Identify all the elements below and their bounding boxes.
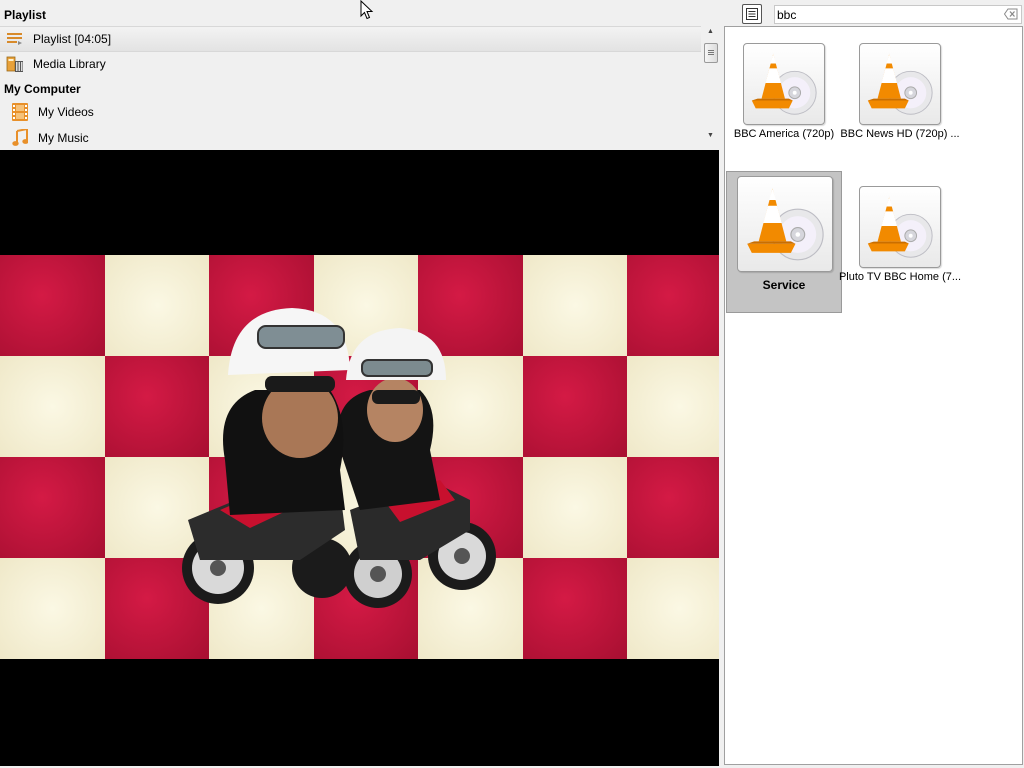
sidebar-item-my-music[interactable]: My Music (0, 126, 701, 150)
vlc-cone-disc-icon (743, 43, 825, 125)
media-library-icon (6, 55, 24, 73)
search-toolbar (724, 0, 1024, 26)
scroll-up-arrow-icon[interactable]: ▲ (703, 26, 718, 38)
result-tile-bbc-america[interactable]: BBC America (720p) (725, 27, 841, 169)
vlc-cone-disc-icon (859, 43, 941, 125)
sidebar-item-my-videos[interactable]: My Videos (0, 100, 701, 124)
video-film-icon (11, 103, 29, 121)
sidebar-item-label: Playlist [04:05] (33, 32, 112, 46)
playlist-section-header: Playlist (4, 8, 47, 22)
sidebar-item-playlist[interactable]: Playlist [04:05] (0, 26, 701, 52)
scrollbar-thumb[interactable] (704, 43, 718, 63)
result-tile-bbc-news-hd[interactable]: BBC News HD (720p) ... (840, 27, 960, 169)
result-tile-service[interactable]: Service (726, 171, 842, 313)
search-input[interactable] (775, 7, 997, 22)
sidebar-item-media-library[interactable]: Media Library (0, 52, 701, 76)
result-tile-label: Pluto TV BBC Home (7... (838, 271, 962, 283)
search-field[interactable] (774, 5, 1022, 24)
video-output[interactable] (0, 150, 719, 766)
sidebar-item-label: My Music (38, 131, 89, 145)
sidebar: Playlist Playlist [04:05] Media Library (0, 0, 719, 150)
sidebar-scrollbar[interactable]: ▲ ▼ (703, 26, 718, 144)
result-tile-label: Service (762, 278, 806, 292)
my-computer-section-header: My Computer (4, 82, 81, 96)
clear-search-icon[interactable] (1004, 8, 1018, 20)
result-tile-label: BBC America (720p) (733, 128, 835, 140)
result-tile-label: BBC News HD (720p) ... (840, 128, 960, 140)
result-tile-pluto-tv-bbc-home[interactable]: Pluto TV BBC Home (7... (839, 170, 961, 312)
sidebar-item-label: Media Library (33, 57, 106, 71)
vlc-cone-disc-icon (859, 186, 941, 268)
results-icon-grid: BBC America (720p) BBC News HD (720p) ..… (724, 26, 1023, 765)
list-view-icon (746, 8, 758, 20)
vlc-cone-disc-icon (737, 176, 833, 272)
sidebar-item-label: My Videos (38, 105, 94, 119)
music-note-icon (11, 129, 29, 147)
scroll-down-arrow-icon[interactable]: ▼ (703, 130, 718, 142)
video-frame-riders-image (182, 308, 496, 608)
playlist-icon (6, 30, 24, 48)
mouse-cursor-icon (360, 0, 374, 20)
view-mode-button[interactable] (742, 4, 762, 24)
